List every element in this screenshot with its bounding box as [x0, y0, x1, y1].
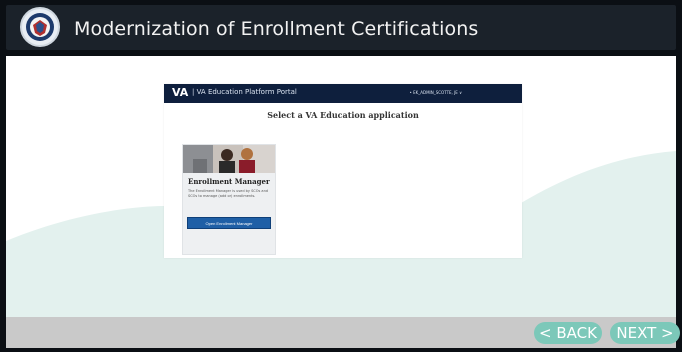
course-header: Modernization of Enrollment Certificatio…: [6, 5, 676, 50]
back-button[interactable]: < BACK: [534, 322, 602, 344]
open-enrollment-manager-button[interactable]: Open Enrollment Manager: [187, 217, 271, 229]
card-description: The Enrollment Manager is used by SCOs a…: [188, 189, 269, 198]
va-seal-icon: [20, 7, 60, 47]
portal-name: | VA Education Platform Portal: [192, 88, 297, 96]
course-title: Modernization of Enrollment Certificatio…: [74, 18, 479, 40]
va-logo: VA: [172, 86, 189, 99]
portal-navbar: VA | VA Education Platform Portal • EK_A…: [164, 84, 522, 103]
portal-screenshot: VA | VA Education Platform Portal • EK_A…: [164, 84, 522, 258]
card-title: Enrollment Manager: [188, 177, 270, 186]
course-window: Modernization of Enrollment Certificatio…: [0, 0, 682, 352]
next-button[interactable]: NEXT >: [610, 322, 680, 344]
course-footer: < BACK NEXT >: [6, 317, 680, 348]
enrollment-manager-card: Enrollment Manager The Enrollment Manage…: [182, 144, 276, 255]
card-photo: [183, 145, 275, 173]
user-menu[interactable]: • EK_ADMIN_SCOTTE, JE ∨: [410, 90, 463, 95]
portal-heading: Select a VA Education application: [267, 110, 419, 120]
content-stage: VA | VA Education Platform Portal • EK_A…: [6, 56, 676, 317]
